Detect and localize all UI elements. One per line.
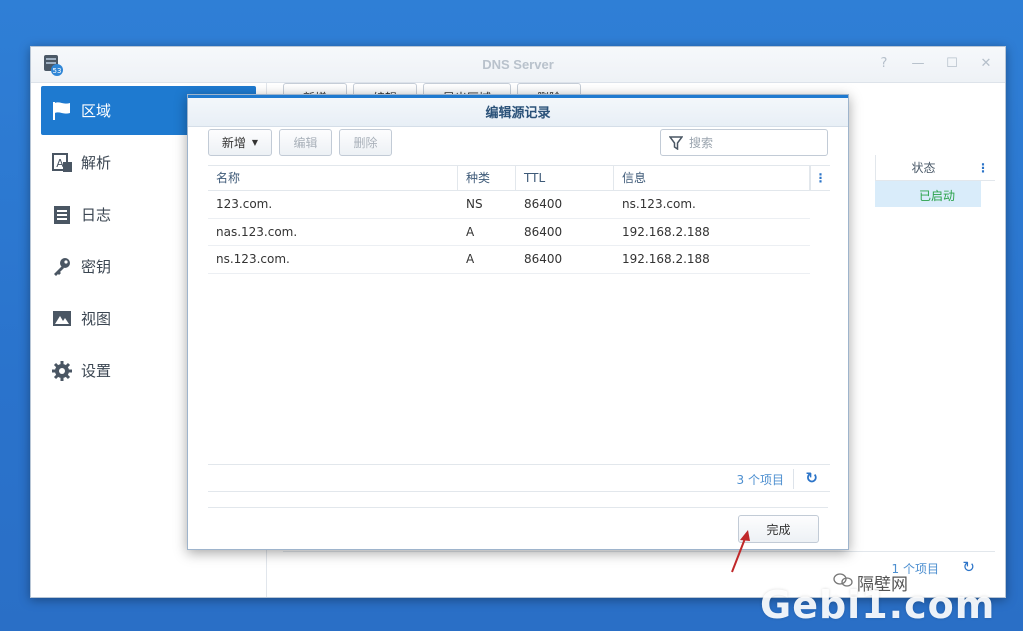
window-controls: ? — ☐ ✕: [877, 56, 993, 72]
record-ttl: 86400: [524, 252, 563, 266]
column-name[interactable]: 名称: [208, 166, 458, 190]
search-input[interactable]: [689, 135, 809, 150]
watermark-text: Gebi1.com: [760, 583, 996, 627]
sidebar-item-label: 密钥: [81, 258, 112, 276]
record-delete-button[interactable]: 删除: [339, 129, 392, 156]
help-icon[interactable]: ?: [877, 56, 891, 72]
window-title: DNS Server: [482, 57, 554, 72]
watermark: Gebi1.com: [760, 583, 1020, 629]
edit-records-dialog: 编辑源记录 新增 ▼ 编辑 删除 名称 种类 TTL 信息 ⋮ 123.com.…: [187, 94, 849, 550]
window-titlebar[interactable]: 53 DNS Server ? — ☐ ✕: [31, 47, 1005, 83]
record-ttl: 86400: [524, 224, 563, 239]
refresh-icon[interactable]: ↻: [962, 558, 975, 576]
dialog-footer-divider: [208, 507, 828, 508]
records-table: 名称 种类 TTL 信息 ⋮ 123.com. NS 86400 ns.123.…: [208, 165, 830, 274]
resolve-icon: A: [51, 152, 73, 174]
sidebar-item-label: 视图: [81, 310, 112, 328]
close-icon[interactable]: ✕: [979, 56, 993, 72]
column-type[interactable]: 种类: [458, 166, 516, 190]
key-icon: [51, 256, 73, 278]
filter-icon: [669, 135, 683, 150]
refresh-icon[interactable]: ↻: [805, 469, 818, 487]
record-name: nas.123.com.: [216, 224, 298, 239]
zone-table-header: 状态 ⋮: [875, 155, 995, 181]
sidebar-item-label: 区域: [81, 102, 112, 120]
column-menu-icon[interactable]: ⋮: [971, 161, 995, 175]
record-info: ns.123.com.: [622, 197, 696, 211]
record-info: 192.168.2.188: [622, 224, 710, 239]
annotation-arrow-icon: [731, 530, 750, 573]
record-info: 192.168.2.188: [622, 252, 710, 266]
sidebar-item-label: 设置: [81, 362, 112, 380]
footer-divider: [793, 469, 794, 489]
records-table-header: 名称 种类 TTL 信息 ⋮: [208, 165, 830, 191]
column-menu-icon[interactable]: ⋮: [810, 166, 830, 190]
records-table-footer: 3 个项目 ↻: [208, 464, 830, 492]
dialog-title: 编辑源记录: [188, 95, 848, 127]
record-edit-button[interactable]: 编辑: [279, 129, 332, 156]
log-icon: [51, 204, 73, 226]
view-icon: [51, 308, 73, 330]
record-type: A: [466, 224, 475, 239]
record-add-label: 新增: [221, 136, 246, 150]
record-add-button[interactable]: 新增 ▼: [208, 129, 272, 156]
sidebar-item-label: 日志: [81, 206, 112, 224]
column-ttl[interactable]: TTL: [516, 166, 614, 190]
record-name: ns.123.com.: [216, 252, 290, 266]
table-row[interactable]: ns.123.com. A 86400 192.168.2.188: [208, 246, 810, 274]
table-row[interactable]: 123.com. NS 86400 ns.123.com.: [208, 191, 810, 219]
column-info[interactable]: 信息: [614, 166, 810, 190]
status-column-header[interactable]: 状态: [875, 155, 971, 180]
dialog-toolbar: 新增 ▼ 编辑 删除: [208, 129, 828, 157]
record-type: A: [466, 252, 475, 266]
gear-icon: [51, 360, 73, 382]
chevron-down-icon: ▼: [251, 138, 259, 147]
table-row[interactable]: nas.123.com. A 86400 192.168.2.188: [208, 219, 810, 246]
record-ttl: 86400: [524, 197, 563, 211]
record-name: 123.com.: [216, 197, 273, 211]
zone-status-value: 已启动: [918, 189, 955, 203]
record-item-count: 3 个项目: [736, 473, 784, 487]
minimize-icon[interactable]: —: [911, 56, 925, 72]
flag-icon: [51, 100, 73, 122]
record-type: NS: [466, 197, 483, 211]
maximize-icon[interactable]: ☐: [945, 56, 959, 72]
sidebar-item-label: 解析: [81, 154, 112, 172]
record-search[interactable]: [660, 129, 828, 156]
